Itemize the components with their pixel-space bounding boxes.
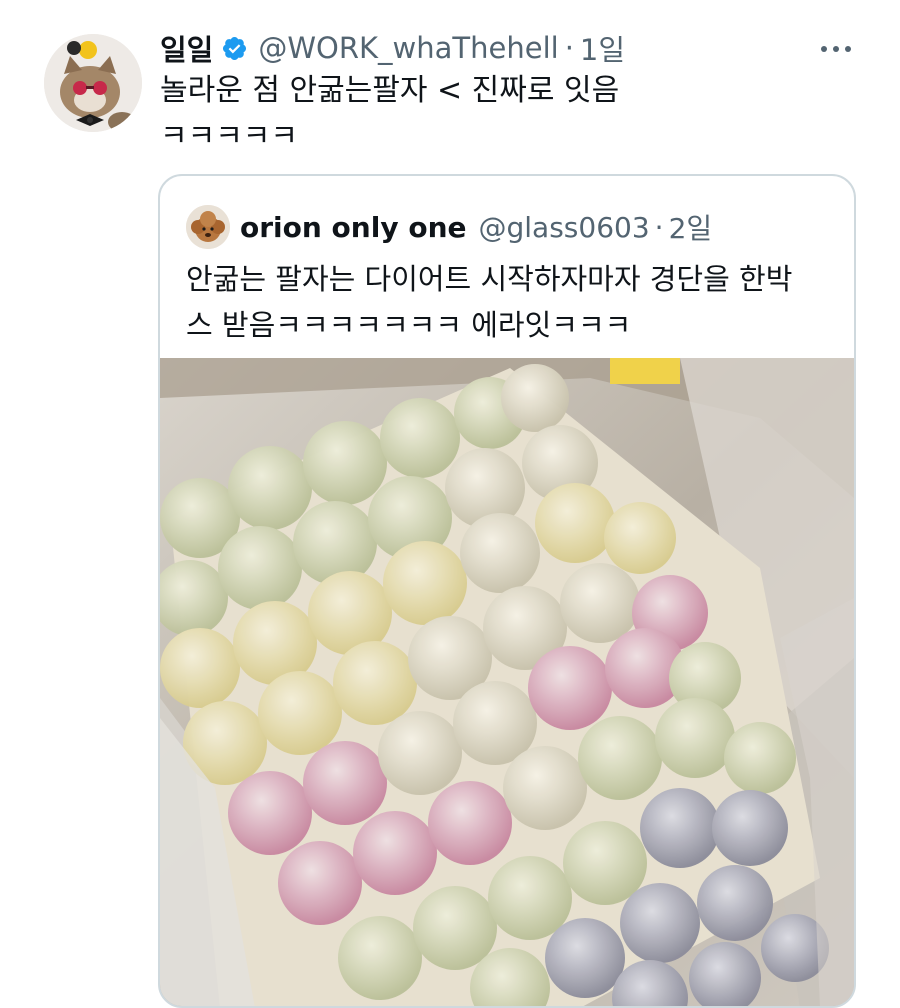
quoted-author-handle: @glass0603	[478, 210, 650, 244]
author-handle[interactable]: @WORK_whaThehell	[258, 31, 558, 65]
rice-cake-box-photo	[160, 358, 854, 1006]
tweet-header: 일일 @WORK_whaThehell · 1일	[160, 28, 625, 68]
quoted-tweet-card[interactable]: orion only one @glass0603 · 2일 안굶는 팔자는 다…	[158, 174, 856, 1008]
quoted-tweet-timestamp: 2일	[668, 212, 713, 245]
more-options-icon[interactable]	[814, 34, 858, 64]
poodle-avatar-icon	[186, 205, 230, 249]
tweet-text-line: ㅋㅋㅋㅋㅋ	[160, 119, 298, 154]
verified-badge-icon	[221, 35, 248, 62]
tweet-text-line: 놀라운 점 안굶는팔자 < 진짜로 잇음	[160, 73, 620, 108]
quoted-header-separator: ·	[654, 210, 664, 244]
quoted-author-display-name: orion only one	[240, 210, 467, 244]
tweet-timestamp[interactable]: 1일	[580, 27, 625, 69]
quoted-tweet-text-line: 스 받음ㅋㅋㅋㅋㅋㅋㅋ 에라잇ㅋㅋㅋ	[186, 308, 632, 342]
author-avatar[interactable]	[44, 34, 142, 132]
quoted-tweet-text: 안굶는 팔자는 다이어트 시작하자마자 경단을 한박 스 받음ㅋㅋㅋㅋㅋㅋㅋ 에…	[186, 256, 836, 348]
tweet-text: 놀라운 점 안굶는팔자 < 진짜로 잇음 ㅋㅋㅋㅋㅋ	[160, 68, 860, 160]
cat-avatar-icon	[44, 34, 142, 132]
author-display-name[interactable]: 일일	[160, 27, 213, 69]
tweet[interactable]: 일일 @WORK_whaThehell · 1일 놀라운 점 안굶는팔자 < 진…	[0, 0, 900, 1008]
quoted-tweet-text-line: 안굶는 팔자는 다이어트 시작하자마자 경단을 한박	[186, 262, 793, 296]
quoted-tweet-header: orion only one @glass0603 · 2일	[186, 202, 712, 252]
quoted-author-avatar	[186, 205, 230, 249]
quoted-tweet-photo[interactable]	[160, 358, 854, 1006]
header-separator: ·	[564, 31, 574, 65]
